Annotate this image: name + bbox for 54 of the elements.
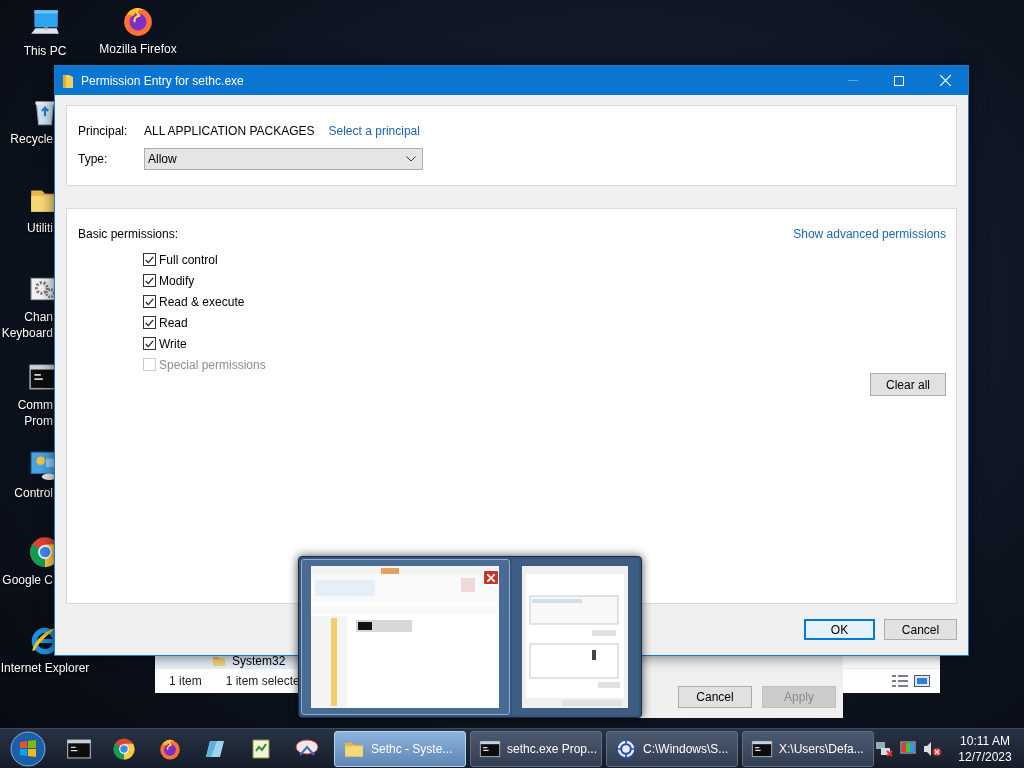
window-thumbnail[interactable] bbox=[511, 559, 639, 715]
desktop-icon-label[interactable]: Recycle bbox=[0, 131, 53, 147]
advanced-permissions-link[interactable]: Show advanced permissions bbox=[793, 227, 946, 241]
permission-label: Modify bbox=[159, 273, 195, 288]
details-view-icon[interactable] bbox=[892, 675, 908, 687]
desktop-icon-label[interactable]: Chan Keyboard bbox=[0, 309, 53, 341]
permission-label: Full control bbox=[159, 252, 218, 267]
checkbox[interactable] bbox=[143, 337, 156, 350]
window-title: Permission Entry for sethc.exe bbox=[81, 73, 244, 88]
checkbox[interactable] bbox=[143, 295, 156, 308]
permission-label: Write bbox=[159, 336, 187, 351]
chevron-down-icon bbox=[406, 156, 416, 162]
principal-name: ALL APPLICATION PACKAGES bbox=[144, 124, 315, 138]
folder-icon bbox=[63, 73, 73, 88]
desktop-icon-label[interactable]: This PC bbox=[0, 43, 90, 59]
speaker-muted-icon[interactable] bbox=[923, 740, 941, 757]
window-thumbnail[interactable] bbox=[301, 559, 510, 715]
desktop-icon-label[interactable]: Control bbox=[0, 485, 53, 501]
taskbar-button[interactable]: X:\Users\Defa... bbox=[741, 730, 874, 767]
taskbar-button[interactable]: C:\Windows\S... bbox=[605, 730, 738, 767]
clock[interactable]: 10:11 AM 12/7/2023 bbox=[954, 732, 1016, 765]
permission-label: Read & execute bbox=[159, 294, 245, 309]
folder-icon bbox=[212, 654, 226, 668]
select-principal-link[interactable]: Select a principal bbox=[328, 124, 420, 138]
dialog-button[interactable]: Cancel bbox=[678, 686, 752, 708]
permission-label: Read bbox=[159, 315, 188, 330]
principal-label: Principal: bbox=[78, 124, 129, 138]
desktop-icon-label[interactable]: Google C bbox=[0, 572, 53, 588]
type-label: Type: bbox=[78, 152, 109, 166]
dialog-button[interactable]: OK bbox=[804, 619, 875, 640]
tiles-view-icon[interactable] bbox=[914, 675, 930, 687]
close-icon bbox=[486, 573, 495, 582]
maximize-icon[interactable] bbox=[894, 75, 904, 86]
desktop-icon-label[interactable]: Mozilla Firefox bbox=[93, 41, 183, 57]
checkbox[interactable] bbox=[143, 253, 156, 266]
globe-icon bbox=[614, 737, 637, 760]
chrome-icon[interactable] bbox=[112, 736, 137, 761]
start-button[interactable] bbox=[8, 729, 47, 768]
basic-permissions-label: Basic permissions: bbox=[78, 227, 179, 241]
desktop-icon-label[interactable]: Comm Prom bbox=[0, 397, 53, 429]
network-icon[interactable] bbox=[875, 740, 893, 757]
checkbox[interactable] bbox=[143, 274, 156, 287]
status-text: 1 item bbox=[169, 674, 202, 688]
checkbox[interactable] bbox=[143, 316, 156, 329]
close-icon[interactable] bbox=[939, 75, 951, 86]
status-text: 1 item selecte bbox=[225, 674, 300, 688]
taskbar-button[interactable]: sethc.exe Prop... bbox=[469, 730, 602, 767]
type-dropdown[interactable]: Allow bbox=[144, 148, 423, 170]
desktop-icon-label[interactable]: Internet Explorer bbox=[0, 660, 90, 676]
desktop-icon-label[interactable]: Utiliti bbox=[0, 220, 53, 236]
display-icon[interactable] bbox=[900, 740, 916, 757]
clear-all-button[interactable]: Clear all bbox=[870, 373, 946, 396]
permission-label: Special permissions bbox=[159, 357, 266, 372]
dialog-button[interactable]: Cancel bbox=[884, 619, 957, 640]
